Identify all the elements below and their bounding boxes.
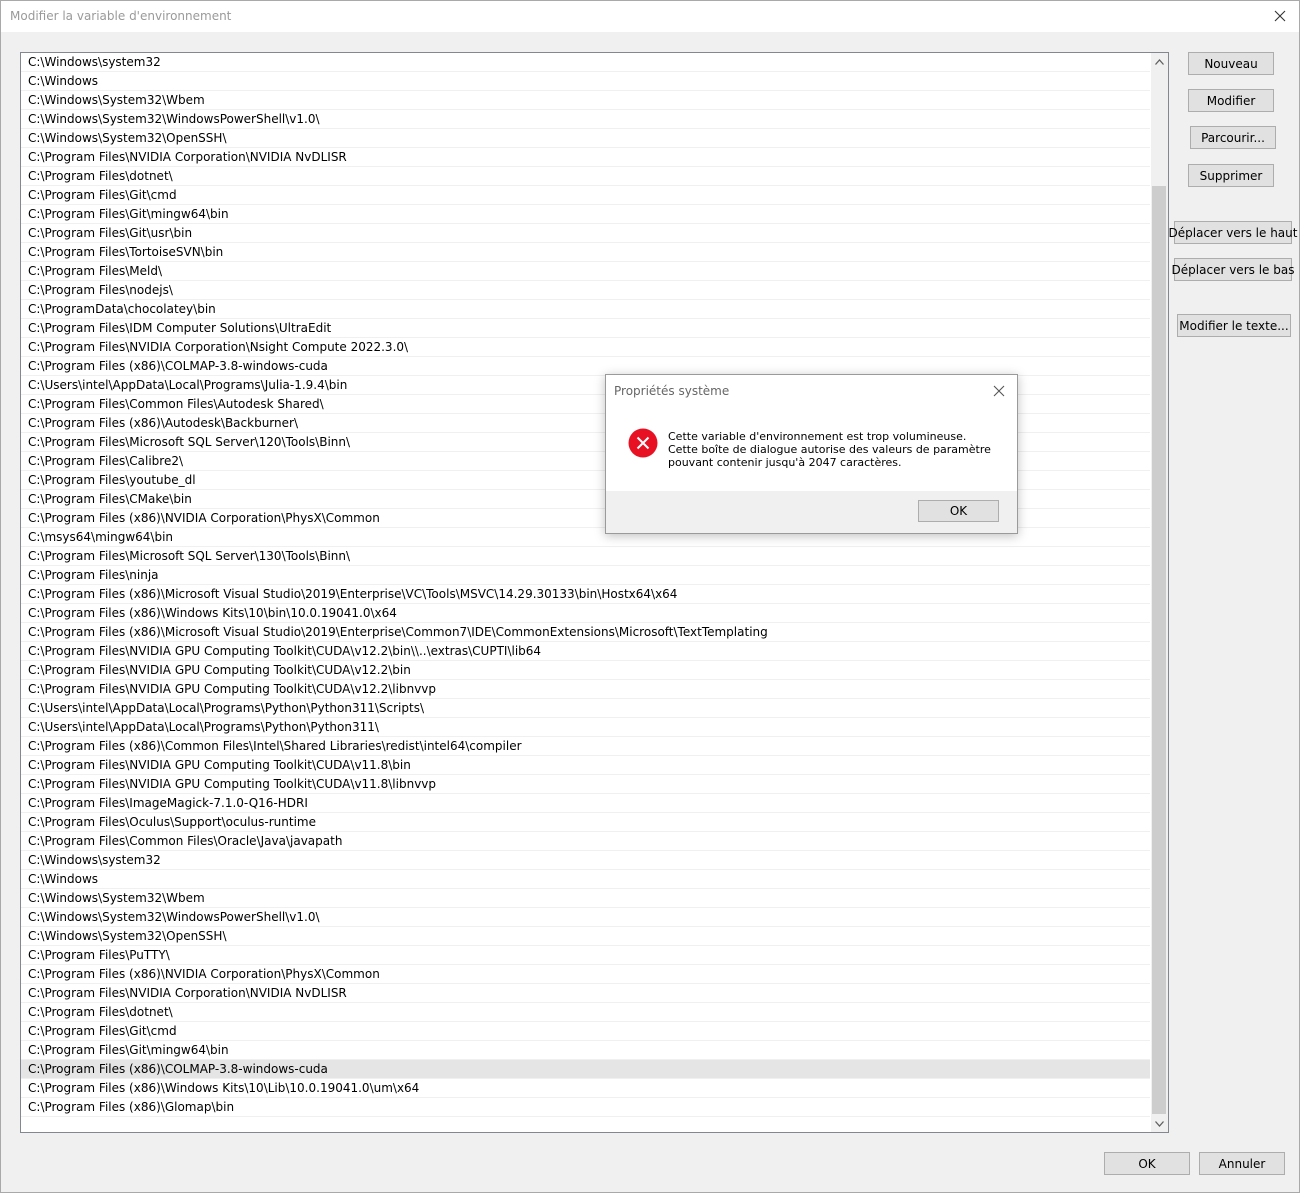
dialog-close-icon[interactable] bbox=[989, 381, 1009, 401]
list-item[interactable]: C:\Windows\system32 bbox=[21, 851, 1150, 870]
scroll-up-arrow-icon[interactable] bbox=[1151, 53, 1168, 70]
move-up-button[interactable]: Déplacer vers le haut bbox=[1169, 221, 1297, 244]
edit-button[interactable]: Modifier bbox=[1188, 89, 1274, 112]
cancel-button[interactable]: Annuler bbox=[1199, 1152, 1285, 1175]
list-item[interactable]: C:\Program Files (x86)\NVIDIA Corporatio… bbox=[21, 965, 1150, 984]
list-item[interactable]: C:\Windows\System32\OpenSSH\ bbox=[21, 129, 1150, 148]
list-item[interactable]: C:\Windows\System32\WindowsPowerShell\v1… bbox=[21, 908, 1150, 927]
list-item[interactable]: C:\Program Files (x86)\Common Files\Inte… bbox=[21, 737, 1150, 756]
dialog-message: Cette variable d'environnement est trop … bbox=[668, 430, 991, 469]
list-item[interactable]: C:\Windows bbox=[21, 870, 1150, 889]
vertical-scrollbar[interactable] bbox=[1151, 53, 1168, 1132]
list-item[interactable]: C:\Program Files (x86)\Glomap\bin bbox=[21, 1098, 1150, 1117]
list-item[interactable]: C:\Windows\system32 bbox=[21, 53, 1150, 72]
list-item[interactable]: C:\Program Files\nodejs\ bbox=[21, 281, 1150, 300]
list-item[interactable]: C:\Program Files\NVIDIA GPU Computing To… bbox=[21, 775, 1150, 794]
list-item[interactable]: C:\Users\intel\AppData\Local\Programs\Py… bbox=[21, 699, 1150, 718]
list-item[interactable]: C:\Windows\System32\WindowsPowerShell\v1… bbox=[21, 110, 1150, 129]
list-item[interactable]: C:\Program Files\Meld\ bbox=[21, 262, 1150, 281]
close-icon[interactable] bbox=[1267, 4, 1293, 28]
list-item[interactable]: C:\Program Files\PuTTY\ bbox=[21, 946, 1150, 965]
list-item[interactable]: C:\Windows\System32\Wbem bbox=[21, 889, 1150, 908]
path-list[interactable]: C:\Windows\system32 C:\Windows C:\Windows\… bbox=[20, 52, 1169, 1133]
move-down-button[interactable]: Déplacer vers le bas bbox=[1172, 258, 1294, 281]
list-item[interactable]: C:\Program Files\Common Files\Oracle\Jav… bbox=[21, 832, 1150, 851]
list-item[interactable]: C:\Program Files\Oculus\Support\oculus-r… bbox=[21, 813, 1150, 832]
list-item[interactable]: C:\Program Files\Git\mingw64\bin bbox=[21, 205, 1150, 224]
list-item[interactable]: C:\Program Files (x86)\Microsoft Visual … bbox=[21, 585, 1150, 604]
list-item[interactable]: C:\Program Files\Git\cmd bbox=[21, 1022, 1150, 1041]
edit-env-variable-window: Modifier la variable d'environnement C:\… bbox=[0, 0, 1300, 1193]
error-icon bbox=[628, 428, 658, 458]
list-item[interactable]: C:\Windows bbox=[21, 72, 1150, 91]
list-item[interactable]: C:\Program Files\NVIDIA GPU Computing To… bbox=[21, 661, 1150, 680]
list-item[interactable]: C:\Program Files\dotnet\ bbox=[21, 167, 1150, 186]
list-item[interactable]: C:\Program Files\NVIDIA GPU Computing To… bbox=[21, 680, 1150, 699]
list-item[interactable]: C:\Program Files\NVIDIA Corporation\NVID… bbox=[21, 148, 1150, 167]
browse-button[interactable]: Parcourir... bbox=[1190, 126, 1276, 149]
ok-button[interactable]: OK bbox=[1104, 1152, 1190, 1175]
list-item[interactable]: C:\Program Files\ninja bbox=[21, 566, 1150, 585]
list-item[interactable]: C:\Program Files\NVIDIA GPU Computing To… bbox=[21, 756, 1150, 775]
list-item[interactable]: C:\Program Files\IDM Computer Solutions\… bbox=[21, 319, 1150, 338]
list-item[interactable]: C:\Program Files\NVIDIA GPU Computing To… bbox=[21, 642, 1150, 661]
system-properties-dialog: Propriétés système Cette variable d'envi… bbox=[605, 374, 1018, 534]
list-item[interactable]: C:\Users\intel\AppData\Local\Programs\Py… bbox=[21, 718, 1150, 737]
list-item[interactable]: C:\Program Files (x86)\COLMAP-3.8-window… bbox=[21, 1060, 1150, 1079]
list-item[interactable]: C:\Windows\System32\OpenSSH\ bbox=[21, 927, 1150, 946]
scroll-down-arrow-icon[interactable] bbox=[1151, 1115, 1168, 1132]
list-item[interactable]: C:\Windows\System32\Wbem bbox=[21, 91, 1150, 110]
list-item[interactable]: C:\Program Files\Git\mingw64\bin bbox=[21, 1041, 1150, 1060]
list-item[interactable]: C:\Program Files\dotnet\ bbox=[21, 1003, 1150, 1022]
path-list-rows: C:\Windows\system32 C:\Windows C:\Windows\… bbox=[21, 53, 1150, 1117]
list-item[interactable]: C:\Program Files\NVIDIA Corporation\Nsig… bbox=[21, 338, 1150, 357]
list-item[interactable]: C:\Program Files (x86)\Microsoft Visual … bbox=[21, 623, 1150, 642]
title-bar: Modifier la variable d'environnement bbox=[1, 1, 1299, 32]
list-item[interactable]: C:\Program Files (x86)\Windows Kits\10\b… bbox=[21, 604, 1150, 623]
edit-text-button[interactable]: Modifier le texte... bbox=[1177, 314, 1291, 337]
list-item[interactable]: C:\Program Files\TortoiseSVN\bin bbox=[21, 243, 1150, 262]
list-item[interactable]: C:\Program Files\NVIDIA Corporation\NVID… bbox=[21, 984, 1150, 1003]
dialog-footer: OK bbox=[606, 491, 1017, 533]
list-item[interactable]: C:\Program Files\Microsoft SQL Server\13… bbox=[21, 547, 1150, 566]
window-title: Modifier la variable d'environnement bbox=[10, 9, 232, 23]
list-item[interactable]: C:\Program Files\ImageMagick-7.1.0-Q16-H… bbox=[21, 794, 1150, 813]
new-button[interactable]: Nouveau bbox=[1188, 52, 1274, 75]
dialog-ok-button[interactable]: OK bbox=[918, 500, 999, 522]
scroll-thumb[interactable] bbox=[1152, 186, 1166, 1114]
list-item[interactable]: C:\Program Files (x86)\Windows Kits\10\L… bbox=[21, 1079, 1150, 1098]
list-item[interactable]: C:\Program Files\Git\cmd bbox=[21, 186, 1150, 205]
delete-button[interactable]: Supprimer bbox=[1188, 164, 1274, 187]
list-item[interactable]: C:\Program Files\Git\usr\bin bbox=[21, 224, 1150, 243]
dialog-title: Propriétés système bbox=[614, 384, 730, 398]
list-item[interactable]: C:\ProgramData\chocolatey\bin bbox=[21, 300, 1150, 319]
